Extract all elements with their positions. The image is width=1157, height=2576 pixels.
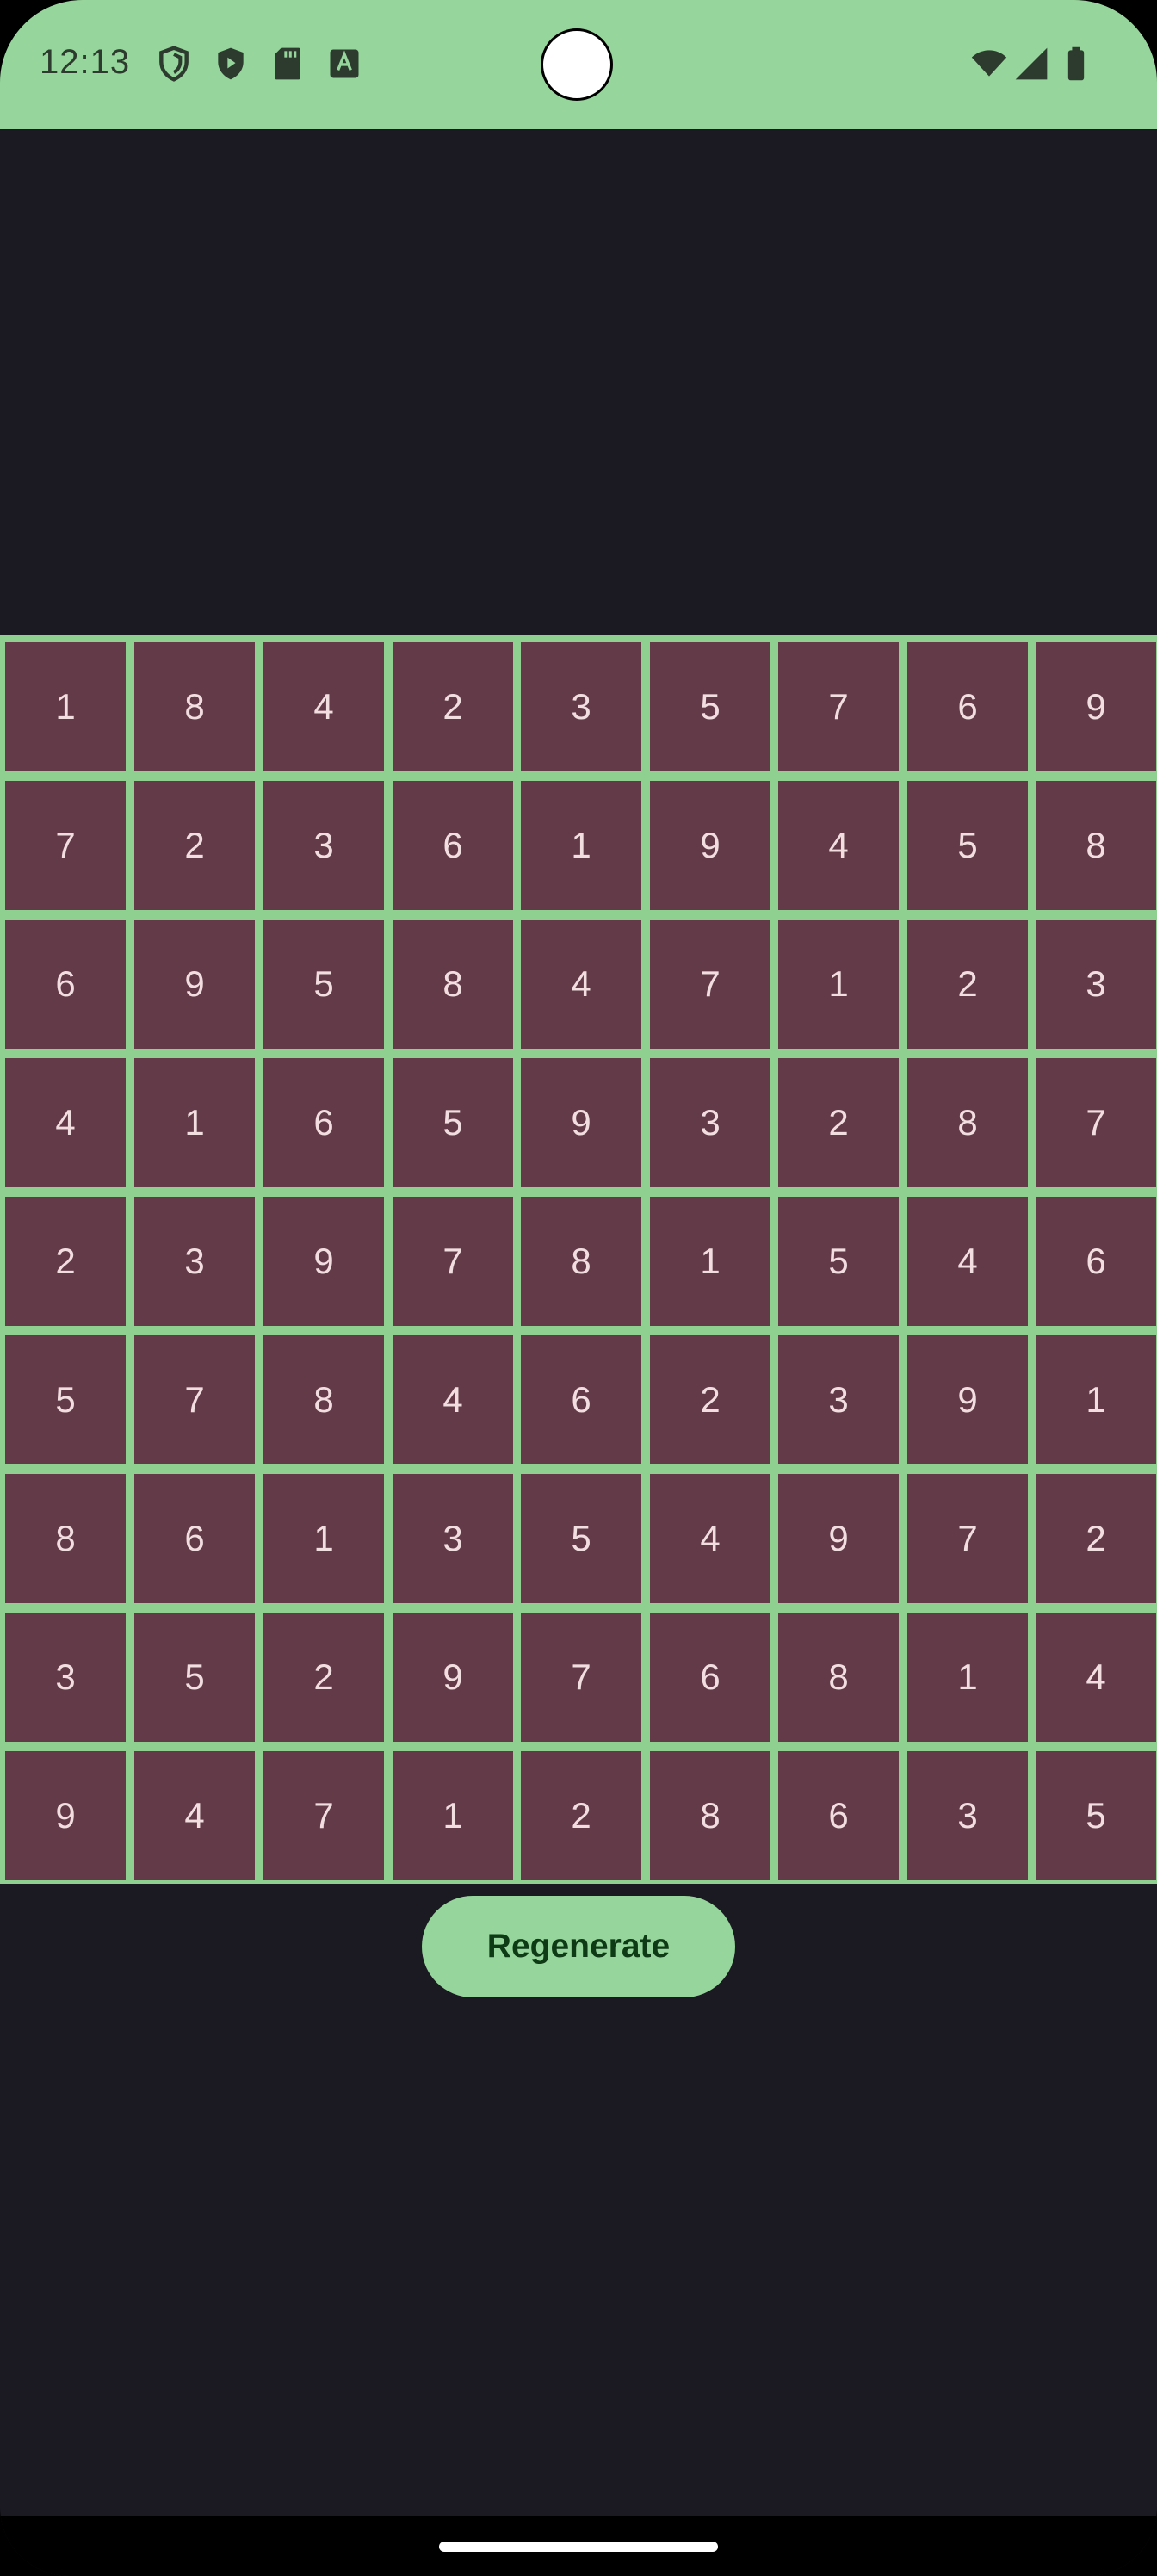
grid-cell: 8 xyxy=(134,642,255,771)
grid-cell: 4 xyxy=(393,1335,513,1464)
grid-cell: 4 xyxy=(5,1058,126,1187)
grid-cell: 5 xyxy=(778,1197,899,1326)
grid-cell: 2 xyxy=(393,642,513,771)
grid-cell: 6 xyxy=(521,1335,641,1464)
camera-cutout xyxy=(541,28,613,101)
grid-cell: 8 xyxy=(263,1335,384,1464)
grid-cell: 7 xyxy=(521,1613,641,1742)
home-gesture-handle[interactable] xyxy=(439,2542,718,2552)
phone-screen: 12:13 184235769723 6 1 9 4 5 8 6 9 5 8 4… xyxy=(0,0,1157,2576)
grid-cell: 9 xyxy=(778,1474,899,1603)
grid-cell: 3 xyxy=(393,1474,513,1603)
grid-cell: 8 xyxy=(521,1197,641,1326)
sd-card-icon xyxy=(275,47,300,80)
grid-cell: 6 xyxy=(134,1474,255,1603)
grid-cell: 2 xyxy=(5,1197,126,1326)
grid-cell: 6 xyxy=(393,781,513,910)
grid-cell: 1 xyxy=(1036,1335,1156,1464)
grid-cell: 3 xyxy=(1036,920,1156,1049)
wifi-icon xyxy=(971,50,1007,77)
grid-cell: 3 xyxy=(907,1751,1028,1880)
grid-cell: 4 xyxy=(907,1197,1028,1326)
shield-outline-icon xyxy=(159,46,189,82)
grid-cell: 5 xyxy=(263,920,384,1049)
grid-cell: 4 xyxy=(263,642,384,771)
grid-cell: 4 xyxy=(650,1474,770,1603)
battery-icon xyxy=(1067,46,1085,81)
grid-cell: 5 xyxy=(521,1474,641,1603)
grid-cell: 7 xyxy=(263,1751,384,1880)
grid-cell: 5 xyxy=(5,1335,126,1464)
grid-cell: 5 xyxy=(907,781,1028,910)
grid-cell: 6 xyxy=(1036,1197,1156,1326)
status-bar: 12:13 xyxy=(0,0,1157,129)
grid-cell: 7 xyxy=(5,781,126,910)
grid-cell: 3 xyxy=(134,1197,255,1326)
grid-cell: 2 xyxy=(907,920,1028,1049)
grid-cell: 4 xyxy=(134,1751,255,1880)
grid-cell: 9 xyxy=(393,1613,513,1742)
grid-cell: 2 xyxy=(134,781,255,910)
grid-cell: 5 xyxy=(650,642,770,771)
grid-cell: 9 xyxy=(650,781,770,910)
grid-cell: 1 xyxy=(263,1474,384,1603)
regenerate-button[interactable]: Regenerate xyxy=(422,1896,735,1997)
grid-cell: 2 xyxy=(263,1613,384,1742)
grid-cell: 8 xyxy=(778,1613,899,1742)
grid-cell: 8 xyxy=(650,1751,770,1880)
grid-cell: 1 xyxy=(134,1058,255,1187)
grid-cell: 3 xyxy=(263,781,384,910)
signal-icon xyxy=(1015,47,1048,80)
grid-cell: 1 xyxy=(778,920,899,1049)
shield-play-icon xyxy=(218,47,244,80)
grid-cell: 7 xyxy=(134,1335,255,1464)
grid-cell: 8 xyxy=(907,1058,1028,1187)
grid-cell: 5 xyxy=(134,1613,255,1742)
grid-cell: 9 xyxy=(1036,642,1156,771)
grid-cell: 2 xyxy=(778,1058,899,1187)
grid-cell: 8 xyxy=(1036,781,1156,910)
grid-cell: 3 xyxy=(650,1058,770,1187)
grid-cell: 6 xyxy=(5,920,126,1049)
grid-cell: 3 xyxy=(521,642,641,771)
grid-cell: 9 xyxy=(134,920,255,1049)
grid-cell: 6 xyxy=(907,642,1028,771)
grid-cell: 2 xyxy=(650,1335,770,1464)
grid-cell: 9 xyxy=(521,1058,641,1187)
grid-cell: 7 xyxy=(907,1474,1028,1603)
grid-cell: 9 xyxy=(907,1335,1028,1464)
grid-cell: 7 xyxy=(778,642,899,771)
grid-cell: 5 xyxy=(1036,1751,1156,1880)
grid-cell: 7 xyxy=(650,920,770,1049)
grid-cell: 6 xyxy=(650,1613,770,1742)
grid-cell: 1 xyxy=(521,781,641,910)
text-a-icon xyxy=(330,49,359,78)
grid-cell: 4 xyxy=(1036,1613,1156,1742)
grid-cell: 1 xyxy=(650,1197,770,1326)
grid-cell: 4 xyxy=(521,920,641,1049)
grid-cell: 2 xyxy=(521,1751,641,1880)
grid-cell: 1 xyxy=(393,1751,513,1880)
grid-cell: 6 xyxy=(778,1751,899,1880)
grid-cell: 3 xyxy=(5,1613,126,1742)
grid-cell: 1 xyxy=(907,1613,1028,1742)
grid-cell: 8 xyxy=(5,1474,126,1603)
grid-cell: 4 xyxy=(778,781,899,910)
grid-cell: 7 xyxy=(1036,1058,1156,1187)
grid-cell: 9 xyxy=(5,1751,126,1880)
grid-cell: 2 xyxy=(1036,1474,1156,1603)
grid-cell: 1 xyxy=(5,642,126,771)
grid-cell: 6 xyxy=(263,1058,384,1187)
number-grid: 1842357697236194586958471234165932872397… xyxy=(0,635,1157,1884)
grid-cell: 8 xyxy=(393,920,513,1049)
status-time: 12:13 xyxy=(40,43,131,81)
grid-cell: 5 xyxy=(393,1058,513,1187)
grid-cell: 9 xyxy=(263,1197,384,1326)
grid-cell: 7 xyxy=(393,1197,513,1326)
grid-cell: 3 xyxy=(778,1335,899,1464)
